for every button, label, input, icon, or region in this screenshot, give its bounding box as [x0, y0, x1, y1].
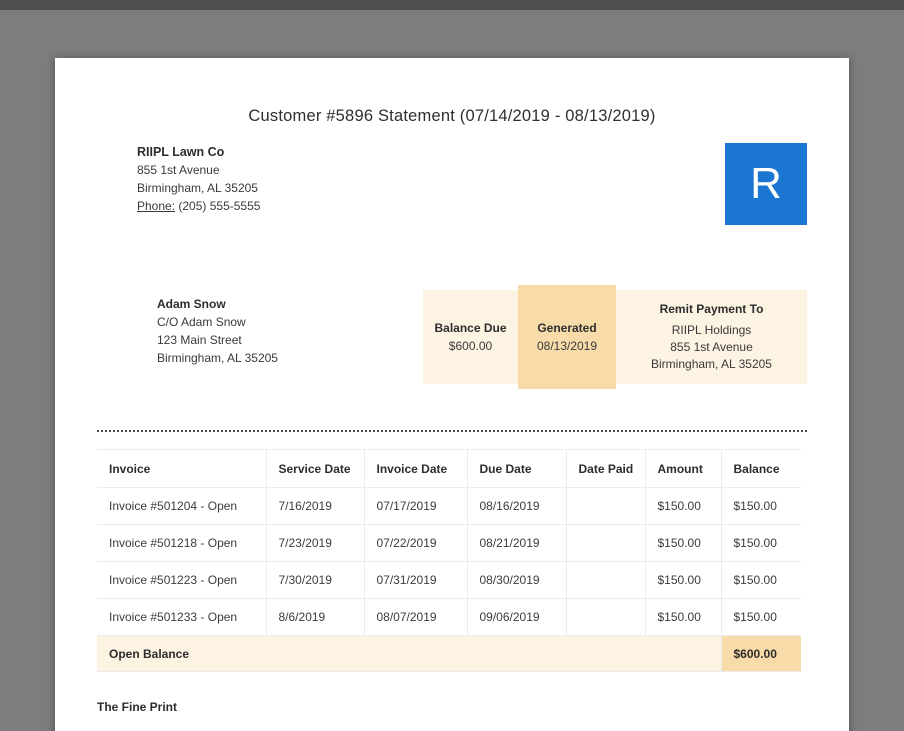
company-address-line1: 855 1st Avenue	[137, 163, 220, 177]
customer-street: 123 Main Street	[157, 333, 242, 347]
balance-due-label: Balance Due	[434, 321, 507, 335]
phone-number: (205) 555-5555	[178, 199, 261, 213]
open-balance-value: $600.00	[720, 635, 801, 672]
generated-value: 08/13/2019	[536, 339, 598, 353]
cell-invoice: Invoice #501233 - Open	[97, 598, 267, 636]
cell-due-date: 09/06/2019	[466, 598, 567, 636]
cell-invoice-date: 07/31/2019	[363, 561, 468, 599]
col-header-date-paid: Date Paid	[565, 449, 646, 488]
balance-due-value: $600.00	[448, 339, 493, 353]
customer-city-state-zip: Birmingham, AL 35205	[157, 351, 278, 365]
generated-label: Generated	[537, 321, 597, 335]
col-header-due-date: Due Date	[466, 449, 567, 488]
remit-address-line2: Birmingham, AL 35205	[651, 357, 772, 371]
cell-date-paid	[565, 561, 646, 599]
open-balance-label: Open Balance	[97, 635, 722, 672]
cell-invoice: Invoice #501218 - Open	[97, 524, 267, 562]
cell-balance: $150.00	[720, 561, 801, 599]
remit-name: RIIPL Holdings	[671, 323, 752, 337]
cell-due-date: 08/30/2019	[466, 561, 567, 599]
cell-service-date: 8/6/2019	[265, 598, 365, 636]
col-header-service-date: Service Date	[265, 449, 365, 488]
phone-label: Phone:	[137, 199, 176, 213]
company-address-block: RIIPL Lawn Co 855 1st Avenue Birmingham,…	[137, 143, 260, 215]
cell-amount: $150.00	[644, 561, 722, 599]
balance-due-box: Balance Due $600.00	[423, 290, 518, 384]
cell-due-date: 08/21/2019	[466, 524, 567, 562]
viewer-top-bar	[0, 0, 904, 10]
customer-address-block: Adam Snow C/O Adam Snow 123 Main Street …	[157, 285, 278, 389]
fine-print-section: The Fine Print Thank you for your busine…	[97, 700, 807, 731]
table-row: Invoice #501204 - Open 7/16/2019 07/17/2…	[97, 487, 801, 525]
customer-care-of: C/O Adam Snow	[157, 315, 246, 329]
generated-box: Generated 08/13/2019	[518, 285, 616, 389]
company-address-line2: Birmingham, AL 35205	[137, 181, 258, 195]
dotted-divider	[97, 430, 807, 432]
company-header-row: RIIPL Lawn Co 855 1st Avenue Birmingham,…	[97, 143, 807, 225]
remit-label: Remit Payment To	[659, 302, 764, 316]
summary-boxes: Balance Due $600.00 Generated 08/13/2019…	[423, 285, 807, 389]
table-header-row: Invoice Service Date Invoice Date Due Da…	[97, 449, 801, 488]
cell-balance: $150.00	[720, 487, 801, 525]
col-header-amount: Amount	[644, 449, 722, 488]
col-header-balance: Balance	[720, 449, 801, 488]
fine-print-title: The Fine Print	[97, 700, 178, 714]
cell-date-paid	[565, 598, 646, 636]
table-row: Invoice #501218 - Open 7/23/2019 07/22/2…	[97, 524, 801, 562]
cell-amount: $150.00	[644, 524, 722, 562]
cell-service-date: 7/16/2019	[265, 487, 365, 525]
cell-balance: $150.00	[720, 598, 801, 636]
cell-due-date: 08/16/2019	[466, 487, 567, 525]
page-title: Customer #5896 Statement (07/14/2019 - 0…	[248, 107, 656, 125]
col-header-invoice-date: Invoice Date	[363, 449, 468, 488]
table-row: Invoice #501233 - Open 8/6/2019 08/07/20…	[97, 598, 801, 636]
table-row: Invoice #501223 - Open 7/30/2019 07/31/2…	[97, 561, 801, 599]
company-logo: R	[725, 143, 807, 225]
cell-service-date: 7/23/2019	[265, 524, 365, 562]
invoice-table: Invoice Service Date Invoice Date Due Da…	[97, 449, 801, 672]
cell-invoice: Invoice #501223 - Open	[97, 561, 267, 599]
cell-amount: $150.00	[644, 487, 722, 525]
remit-address-line1: 855 1st Avenue	[670, 340, 753, 354]
company-phone: Phone: (205) 555-5555	[137, 197, 260, 215]
logo-letter: R	[750, 159, 782, 208]
cell-date-paid	[565, 524, 646, 562]
cell-invoice: Invoice #501204 - Open	[97, 487, 267, 525]
cell-invoice-date: 08/07/2019	[363, 598, 468, 636]
cell-invoice-date: 07/17/2019	[363, 487, 468, 525]
col-header-invoice: Invoice	[97, 449, 267, 488]
cell-date-paid	[565, 487, 646, 525]
cell-service-date: 7/30/2019	[265, 561, 365, 599]
cell-balance: $150.00	[720, 524, 801, 562]
cell-amount: $150.00	[644, 598, 722, 636]
open-balance-row: Open Balance $600.00	[97, 635, 801, 672]
customer-summary-row: Adam Snow C/O Adam Snow 123 Main Street …	[97, 285, 807, 389]
company-name: RIIPL Lawn Co	[137, 145, 225, 159]
statement-page: Customer #5896 Statement (07/14/2019 - 0…	[55, 58, 849, 731]
customer-name: Adam Snow	[157, 297, 226, 311]
cell-invoice-date: 07/22/2019	[363, 524, 468, 562]
remit-payment-box: Remit Payment To RIIPL Holdings 855 1st …	[616, 290, 807, 384]
